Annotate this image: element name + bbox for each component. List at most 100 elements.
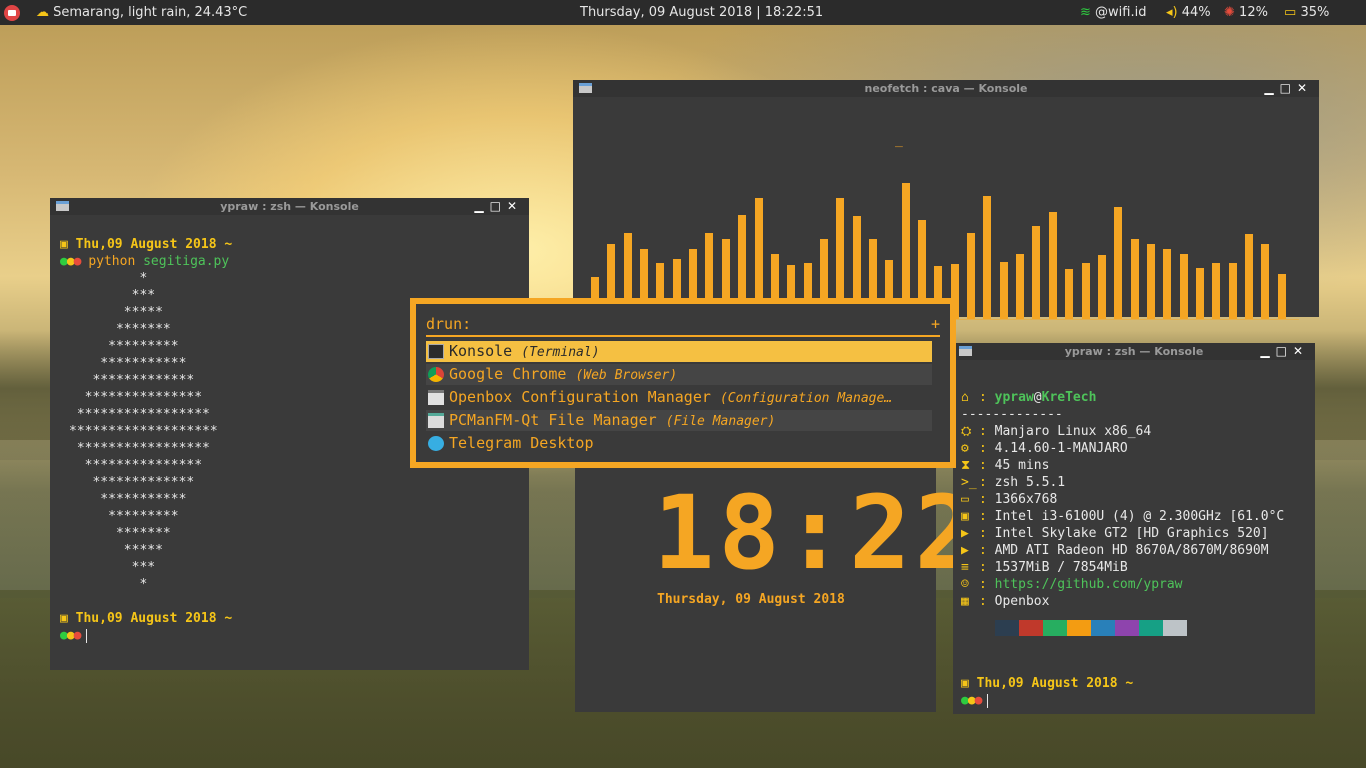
big-clock-time: 18:22 bbox=[653, 474, 981, 593]
visualizer-bar bbox=[1146, 244, 1155, 319]
neofetch-separator: : bbox=[979, 492, 995, 507]
neofetch-separator: : bbox=[979, 458, 995, 473]
output-line: * bbox=[69, 271, 148, 286]
launcher-item[interactable]: Telegram Desktop bbox=[426, 433, 932, 454]
cpu-gear-icon: ✺ bbox=[1224, 5, 1235, 20]
maximize-icon[interactable]: □ bbox=[490, 199, 507, 213]
output-line: * bbox=[69, 577, 148, 592]
window-titlebar[interactable]: ypraw : zsh — Konsole ▁□✕ bbox=[953, 343, 1315, 360]
color-swatch bbox=[1139, 620, 1163, 636]
top-panel: ☁ Semarang, light rain, 24.43°C Thursday… bbox=[0, 0, 1366, 25]
bank-icon: ⌂ bbox=[961, 390, 969, 405]
neofetch-value: 4.14.60-1-MANJARO bbox=[994, 441, 1128, 456]
neofetch-row: ▦: Openbox bbox=[961, 593, 1307, 610]
audio-visualizer: _ bbox=[573, 97, 1319, 320]
window-controls: ▁□✕ bbox=[1260, 343, 1309, 360]
close-icon[interactable]: ✕ bbox=[1297, 81, 1313, 95]
close-icon[interactable]: ✕ bbox=[507, 199, 523, 213]
launcher-item-name: Google Chrome bbox=[449, 365, 567, 383]
visualizer-bar bbox=[1261, 244, 1270, 319]
neofetch-row: ☺: https://github.com/ypraw bbox=[961, 576, 1307, 593]
neofetch-host: KreTech bbox=[1041, 390, 1097, 405]
neofetch-value: 1537MiB / 7854MiB bbox=[994, 560, 1128, 575]
telegram-icon bbox=[428, 436, 444, 451]
cloud-icon: ☁ bbox=[36, 5, 49, 20]
launcher-item[interactable]: Google Chrome (Web Browser) bbox=[426, 364, 932, 385]
neofetch-separator: : bbox=[979, 441, 995, 456]
launcher-item[interactable]: PCManFM-Qt File Manager (File Manager) bbox=[426, 410, 932, 431]
neofetch-value: 1366x768 bbox=[994, 492, 1058, 507]
maximize-icon[interactable]: □ bbox=[1276, 344, 1293, 358]
visualizer-bar bbox=[1179, 254, 1188, 319]
wifi-widget[interactable]: ≋ @wifi.id bbox=[1080, 0, 1146, 25]
cpu-widget[interactable]: ✺ 12% bbox=[1224, 0, 1268, 25]
battery-icon: ▭ bbox=[1284, 5, 1297, 20]
prompt-dir: ~ bbox=[224, 611, 233, 626]
close-icon[interactable]: ✕ bbox=[1293, 344, 1309, 358]
launcher-item[interactable]: Openbox Configuration Manager (Configura… bbox=[426, 387, 932, 408]
output-line: *** bbox=[69, 560, 156, 575]
wifi-name: @wifi.id bbox=[1095, 5, 1147, 20]
minimize-icon[interactable]: ▁ bbox=[1260, 344, 1275, 358]
volume-widget[interactable]: ◂) 44% bbox=[1166, 0, 1211, 25]
weather-widget[interactable]: ☁ Semarang, light rain, 24.43°C bbox=[36, 0, 247, 25]
panel-clock[interactable]: Thursday, 09 August 2018 | 18:22:51 bbox=[580, 0, 823, 25]
minimize-icon[interactable]: ▁ bbox=[474, 199, 489, 213]
prompt-dir: ~ bbox=[1125, 676, 1134, 691]
konsole-window-neofetch[interactable]: ypraw : zsh — Konsole ▁□✕ ⌂: ypraw@KreTe… bbox=[953, 343, 1315, 714]
cpu-value: 12% bbox=[1239, 5, 1268, 20]
calendar-icon: ▣ bbox=[60, 237, 76, 252]
visualizer-bar bbox=[1212, 263, 1221, 319]
launcher-item-name: Openbox Configuration Manager bbox=[449, 388, 711, 406]
output-line: ********* bbox=[69, 509, 179, 524]
app-menu-icon[interactable] bbox=[4, 5, 20, 21]
neofetch-output[interactable]: ⌂: ypraw@KreTech ------------- ⛭: Manjaro … bbox=[953, 360, 1315, 747]
neofetch-separator: : bbox=[979, 560, 995, 575]
neofetch-row: >_: zsh 5.5.1 bbox=[961, 474, 1307, 491]
neofetch-separator: : bbox=[979, 543, 995, 558]
window-controls: ▁□✕ bbox=[1264, 80, 1313, 97]
terminal-icon bbox=[428, 344, 444, 359]
neofetch-link[interactable]: https://github.com/ypraw bbox=[995, 577, 1183, 592]
weather-text: Semarang, light rain, 24.43°C bbox=[53, 5, 248, 20]
launcher-item[interactable]: Konsole (Terminal) bbox=[426, 341, 932, 362]
konsole-window-cava[interactable]: neofetch : cava — Konsole ▁□✕ _ bbox=[573, 80, 1319, 320]
window-app-icon bbox=[579, 83, 592, 93]
maximize-icon[interactable]: □ bbox=[1280, 81, 1297, 95]
launcher-search-input[interactable]: drun: + bbox=[426, 315, 940, 337]
volume-value: 44% bbox=[1181, 5, 1211, 20]
neofetch-info: ⛭: Manjaro Linux x86_64 ⚙: 4.14.60-1-MANJ… bbox=[961, 423, 1307, 610]
visualizer-bar bbox=[1097, 255, 1106, 319]
output-line: ************* bbox=[69, 475, 195, 490]
volume-icon: ◂) bbox=[1166, 5, 1178, 20]
visualizer-bar bbox=[1277, 274, 1286, 319]
window-app-icon bbox=[56, 201, 69, 211]
neofetch-row: ⧗: 45 mins bbox=[961, 457, 1307, 474]
color-swatch bbox=[1067, 620, 1091, 636]
neofetch-row: ⛭: Manjaro Linux x86_64 bbox=[961, 423, 1307, 440]
input-line[interactable]: ●●● bbox=[60, 627, 519, 644]
color-palette bbox=[971, 620, 1307, 636]
prompt-date: Thu,09 August 2018 bbox=[75, 611, 217, 626]
command-name: python bbox=[88, 254, 136, 269]
neofetch-userhost: ⌂: ypraw@KreTech bbox=[961, 390, 1097, 405]
minimize-icon[interactable]: ▁ bbox=[1264, 81, 1279, 95]
window-titlebar[interactable]: neofetch : cava — Konsole ▁□✕ bbox=[573, 80, 1319, 97]
launcher-item-name: Konsole bbox=[449, 342, 513, 360]
neofetch-value: 45 mins bbox=[994, 458, 1050, 473]
app-launcher[interactable]: drun: + Konsole (Terminal) Google Chrome … bbox=[410, 298, 956, 468]
window-title: neofetch : cava — Konsole bbox=[864, 82, 1028, 95]
visualizer-bar bbox=[1048, 212, 1057, 319]
clock-window: 18:22 Thursday, 09 August 2018 bbox=[575, 468, 976, 712]
battery-widget[interactable]: ▭ 35% bbox=[1284, 0, 1329, 25]
visualizer-bar bbox=[1081, 263, 1090, 319]
neofetch-row-icon: ▶ bbox=[961, 543, 969, 558]
prompt-date: Thu,09 August 2018 bbox=[976, 676, 1118, 691]
neofetch-row-icon: ⧗ bbox=[961, 458, 971, 473]
color-swatch bbox=[1091, 620, 1115, 636]
color-swatch bbox=[971, 620, 995, 636]
input-line[interactable]: ●●● bbox=[961, 692, 1307, 709]
window-titlebar[interactable]: ypraw : zsh — Konsole ▁□✕ bbox=[50, 198, 529, 215]
text-cursor bbox=[987, 693, 989, 708]
launcher-item-desc: (File Manager) bbox=[665, 414, 776, 429]
